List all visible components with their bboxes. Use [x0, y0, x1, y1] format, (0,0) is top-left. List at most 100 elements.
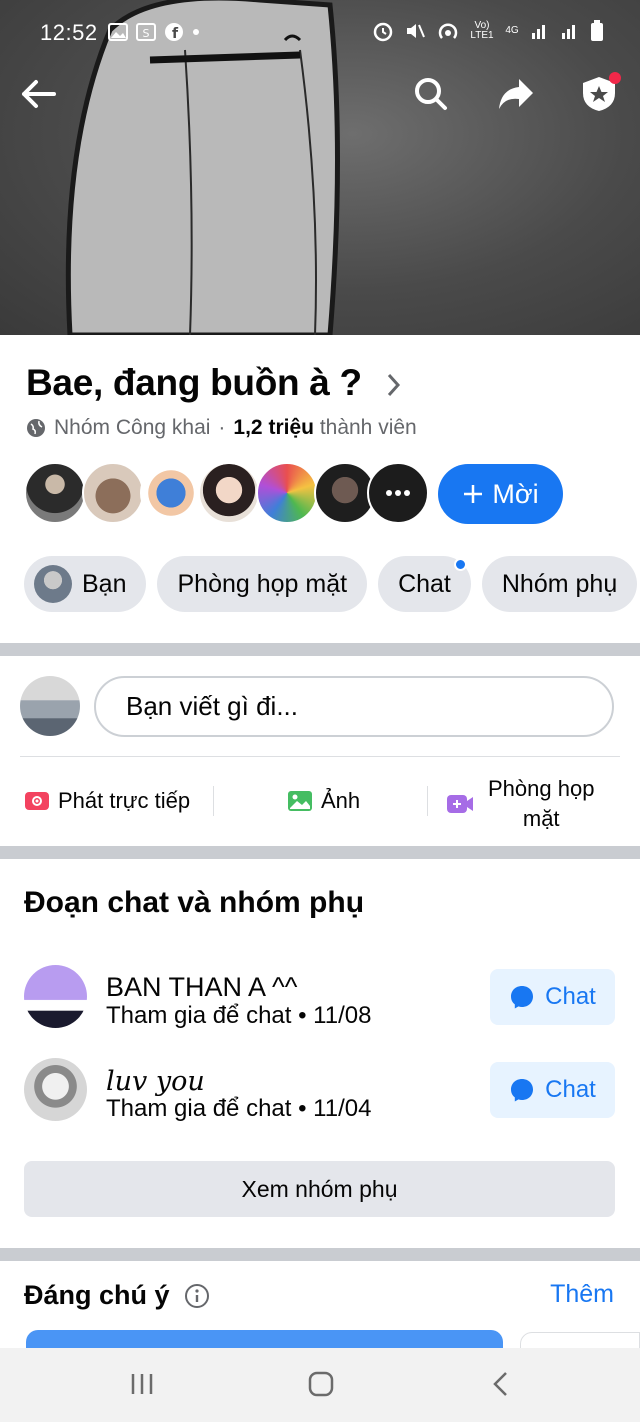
notification-dot: [609, 72, 621, 84]
chat-name[interactable]: luv you: [106, 1066, 205, 1097]
network-type-label: 4G: [505, 25, 519, 36]
chat-name[interactable]: BAN THAN A ^^: [106, 972, 297, 1003]
chat-subtitle: Tham gia để chat • 11/08: [106, 1002, 372, 1029]
action-divider: [427, 786, 428, 816]
back-button[interactable]: [14, 70, 62, 118]
search-button[interactable]: [407, 70, 455, 118]
action-divider: [213, 786, 214, 816]
system-navigation-bar: [0, 1348, 640, 1422]
home-button[interactable]: [299, 1362, 343, 1406]
join-chat-button[interactable]: Chat: [490, 969, 615, 1025]
carrier-label: Vo) LTE1: [470, 20, 494, 41]
more-members-avatar[interactable]: [367, 462, 429, 524]
hotspot-icon: [438, 23, 458, 39]
arrow-left-icon: [22, 80, 56, 108]
video-room-icon: [447, 795, 473, 813]
post-composer-input[interactable]: Bạn viết gì đi...: [94, 676, 614, 737]
chip-chat-label: Chat: [398, 569, 451, 598]
featured-card[interactable]: [26, 1330, 503, 1350]
member-avatar[interactable]: [24, 462, 86, 524]
alarm-icon: [373, 22, 393, 42]
svg-text:f: f: [172, 26, 179, 42]
more-dots-icon: [386, 490, 410, 496]
samsung-app-icon: S: [136, 23, 156, 41]
svg-text:S: S: [143, 27, 150, 40]
status-system-icons: Vo) LTE1 4G: [372, 20, 604, 42]
group-privacy: Nhóm Công khai: [54, 416, 211, 439]
info-icon[interactable]: [184, 1283, 210, 1309]
gallery-icon: [108, 23, 128, 41]
signal-2-icon: [562, 25, 575, 39]
join-chat-button[interactable]: Chat: [490, 1062, 615, 1118]
member-label: thành viên: [319, 416, 417, 439]
group-title[interactable]: Bae, đang buồn à ?: [26, 362, 362, 404]
invite-label: Mời: [492, 478, 539, 509]
user-avatar[interactable]: [20, 676, 80, 736]
chip-rooms-label: Phòng họp mặt: [177, 569, 348, 598]
invite-button[interactable]: Mời: [438, 464, 563, 524]
facebook-notification-icon: f: [165, 23, 183, 42]
more-notifications-dot-icon: [193, 29, 199, 35]
chat-subtitle: Tham gia để chat • 11/04: [106, 1095, 372, 1122]
live-video-button[interactable]: Phát trực tiếp: [24, 788, 190, 814]
recent-apps-button[interactable]: [120, 1362, 164, 1406]
create-room-button[interactable]: Phòng họp mặt: [446, 774, 594, 834]
meta-separator: ·: [218, 416, 226, 439]
messenger-icon: [511, 986, 534, 1009]
chip-chat[interactable]: Chat: [378, 556, 471, 612]
status-time: 12:52: [40, 20, 98, 45]
share-button[interactable]: [492, 70, 540, 118]
chip-rooms[interactable]: Phòng họp mặt: [157, 556, 368, 612]
see-subgroups-button[interactable]: Xem nhóm phụ: [24, 1161, 615, 1217]
see-more-link[interactable]: Thêm: [550, 1280, 614, 1309]
status-bar: 12:52 S f Vo) LTE1 4G: [0, 0, 640, 66]
mute-icon: [407, 24, 425, 38]
see-subgroups-label: Xem nhóm phụ: [241, 1175, 398, 1202]
section-divider: [0, 643, 640, 656]
composer-placeholder: Bạn viết gì đi...: [126, 691, 298, 721]
create-room-label-line1: Phòng họp: [488, 776, 595, 801]
chip-friends-label: Bạn: [82, 569, 127, 598]
chevron-left-icon: [493, 1372, 507, 1396]
section-divider: [0, 1248, 640, 1261]
chat-avatar[interactable]: [24, 965, 87, 1028]
battery-icon: [591, 20, 603, 41]
signal-1-icon: [532, 25, 545, 39]
composer-actions: Phát trực tiếp Ảnh Phòng họp mặt: [0, 760, 640, 842]
system-back-button[interactable]: [478, 1362, 522, 1406]
globe-icon: [27, 419, 45, 437]
noteworthy-header: Đáng chú ý: [24, 1280, 210, 1311]
live-video-icon: [25, 792, 49, 810]
member-count: 1,2 triệu: [233, 416, 314, 439]
member-avatar[interactable]: [256, 462, 318, 524]
share-arrow-icon: [499, 79, 533, 109]
chats-section-title: Đoạn chat và nhóm phụ: [24, 886, 365, 919]
member-avatar[interactable]: [82, 462, 144, 524]
chevron-right-icon[interactable]: [386, 372, 402, 398]
group-meta: Nhóm Công khai · 1,2 triệu thành viên: [26, 416, 417, 440]
composer-divider: [20, 756, 620, 757]
create-room-label: Phòng họp mặt: [488, 774, 594, 834]
unread-dot: [453, 558, 467, 571]
member-avatar[interactable]: [140, 462, 202, 524]
home-icon: [308, 1371, 334, 1397]
plus-icon: [464, 485, 483, 503]
search-icon: [415, 78, 447, 110]
messenger-icon: [511, 1079, 534, 1102]
friend-avatar: [34, 565, 72, 603]
member-count-text[interactable]: 1,2 triệu thành viên: [233, 416, 416, 440]
photo-button[interactable]: Ảnh: [287, 788, 360, 814]
group-tabs: Bạn Phòng họp mặt Chat Nhóm phụ: [24, 556, 638, 612]
join-chat-label: Chat: [545, 1076, 596, 1103]
live-video-label: Phát trực tiếp: [58, 788, 191, 813]
photo-label: Ảnh: [321, 788, 361, 813]
create-room-label-line2: mặt: [522, 806, 560, 831]
chip-subgroups[interactable]: Nhóm phụ: [481, 556, 638, 612]
group-cover-photo[interactable]: 12:52 S f Vo) LTE1 4G: [0, 0, 640, 335]
recent-apps-icon: [131, 1374, 153, 1394]
chip-friends[interactable]: Bạn: [24, 556, 147, 612]
chat-avatar[interactable]: [24, 1058, 87, 1121]
admin-tools-button[interactable]: [575, 70, 623, 118]
noteworthy-title: Đáng chú ý: [24, 1280, 170, 1310]
member-avatar[interactable]: [198, 462, 260, 524]
